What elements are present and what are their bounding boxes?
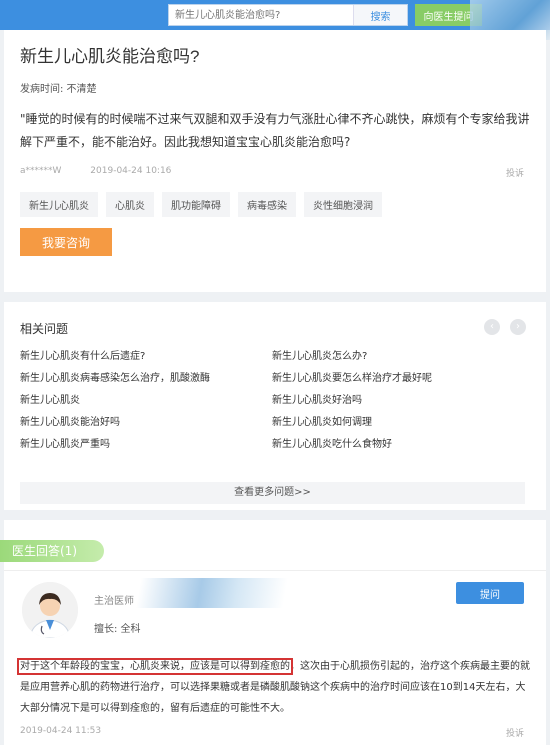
ask-question-button[interactable]: 提问 [456,582,524,604]
related-link[interactable]: 新生儿心肌炎好治吗 [272,390,432,412]
related-questions-card: 相关问题 ‹ › 新生儿心肌炎有什么后遗症? 新生儿心肌炎病毒感染怎么治疗，肌酸… [4,302,546,510]
doctor-answers-card: 医生回答(1) 主治医师 擅长: 全科 提问 对于这个年龄段的宝宝，心肌炎来说，… [0,520,546,745]
consult-button[interactable]: 我要咨询 [20,228,112,256]
related-link[interactable]: 新生儿心肌炎病毒感染怎么治疗，肌酸激酶 [20,368,210,390]
answer-time: 2019-04-24 11:53 [20,726,102,736]
tag[interactable]: 心肌炎 [106,192,154,217]
next-arrow-icon[interactable]: › [510,319,526,335]
question-card: 新生儿心肌炎能治愈吗? 发病时间: 不清楚 "睡觉的时候有的时候喘不过来气双腿和… [4,30,546,292]
question-title: 新生儿心肌炎能治愈吗? [20,47,200,66]
related-link[interactable]: 新生儿心肌炎严重吗 [20,434,210,456]
related-link[interactable]: 新生儿心肌炎能治好吗 [20,412,210,434]
divider [4,570,546,571]
doctor-specialty: 擅长: 全科 [94,624,141,635]
related-link[interactable]: 新生儿心肌炎吃什么食物好 [272,434,432,456]
top-bar: 搜索 向医生提问 [0,0,550,40]
related-link[interactable]: 新生儿心肌炎怎么办? [272,346,432,368]
related-heading: 相关问题 [20,322,69,336]
related-link[interactable]: 新生儿心肌炎要怎么样治疗才最好呢 [272,368,432,390]
more-questions-link[interactable]: 查看更多问题>> [20,482,525,504]
question-time: 2019-04-24 10:16 [90,166,172,176]
tag[interactable]: 肌功能障碍 [162,192,230,217]
report-link[interactable]: 投诉 [506,726,524,739]
answer-highlight: 对于这个年龄段的宝宝，心肌炎来说，应该是可以得到痊愈的 [17,658,293,675]
doctor-avatar-icon [22,582,78,638]
tag[interactable]: 病毒感染 [238,192,296,217]
related-list-right: 新生儿心肌炎怎么办? 新生儿心肌炎要怎么样治疗才最好呢 新生儿心肌炎好治吗 新生… [272,346,432,456]
related-link[interactable]: 新生儿心肌炎 [20,390,210,412]
search-bar: 搜索 [168,4,408,26]
tag[interactable]: 炎性细胞浸润 [304,192,382,217]
question-body: "睡觉的时候有的时候喘不过来气双腿和双手没有力气涨肚心律不齐心跳快，麻烦有个专家… [20,112,530,149]
doctor-title: 主治医师 [94,596,134,607]
related-link[interactable]: 新生儿心肌炎有什么后遗症? [20,346,210,368]
tag[interactable]: 新生儿心肌炎 [20,192,98,217]
related-list-left: 新生儿心肌炎有什么后遗症? 新生儿心肌炎病毒感染怎么治疗，肌酸激酶 新生儿心肌炎… [20,346,210,456]
related-link[interactable]: 新生儿心肌炎如何调理 [272,412,432,434]
onset-time: 发病时间: 不清楚 [20,84,97,95]
asker-name: a******W [20,166,62,176]
answer-text: 对于这个年龄段的宝宝，心肌炎来说，应该是可以得到痊愈的，这次由于心肌损伤引起的，… [17,656,532,719]
search-input[interactable] [169,5,353,25]
question-meta: a******W 2019-04-24 10:16 [20,166,197,176]
prev-arrow-icon[interactable]: ‹ [484,319,500,335]
tag-list: 新生儿心肌炎 心肌炎 肌功能障碍 病毒感染 炎性细胞浸润 [20,192,382,217]
search-button[interactable]: 搜索 [353,5,407,25]
report-link[interactable]: 投诉 [506,166,524,179]
doctor-avatar [22,582,78,638]
answers-tab: 医生回答(1) [0,540,104,562]
